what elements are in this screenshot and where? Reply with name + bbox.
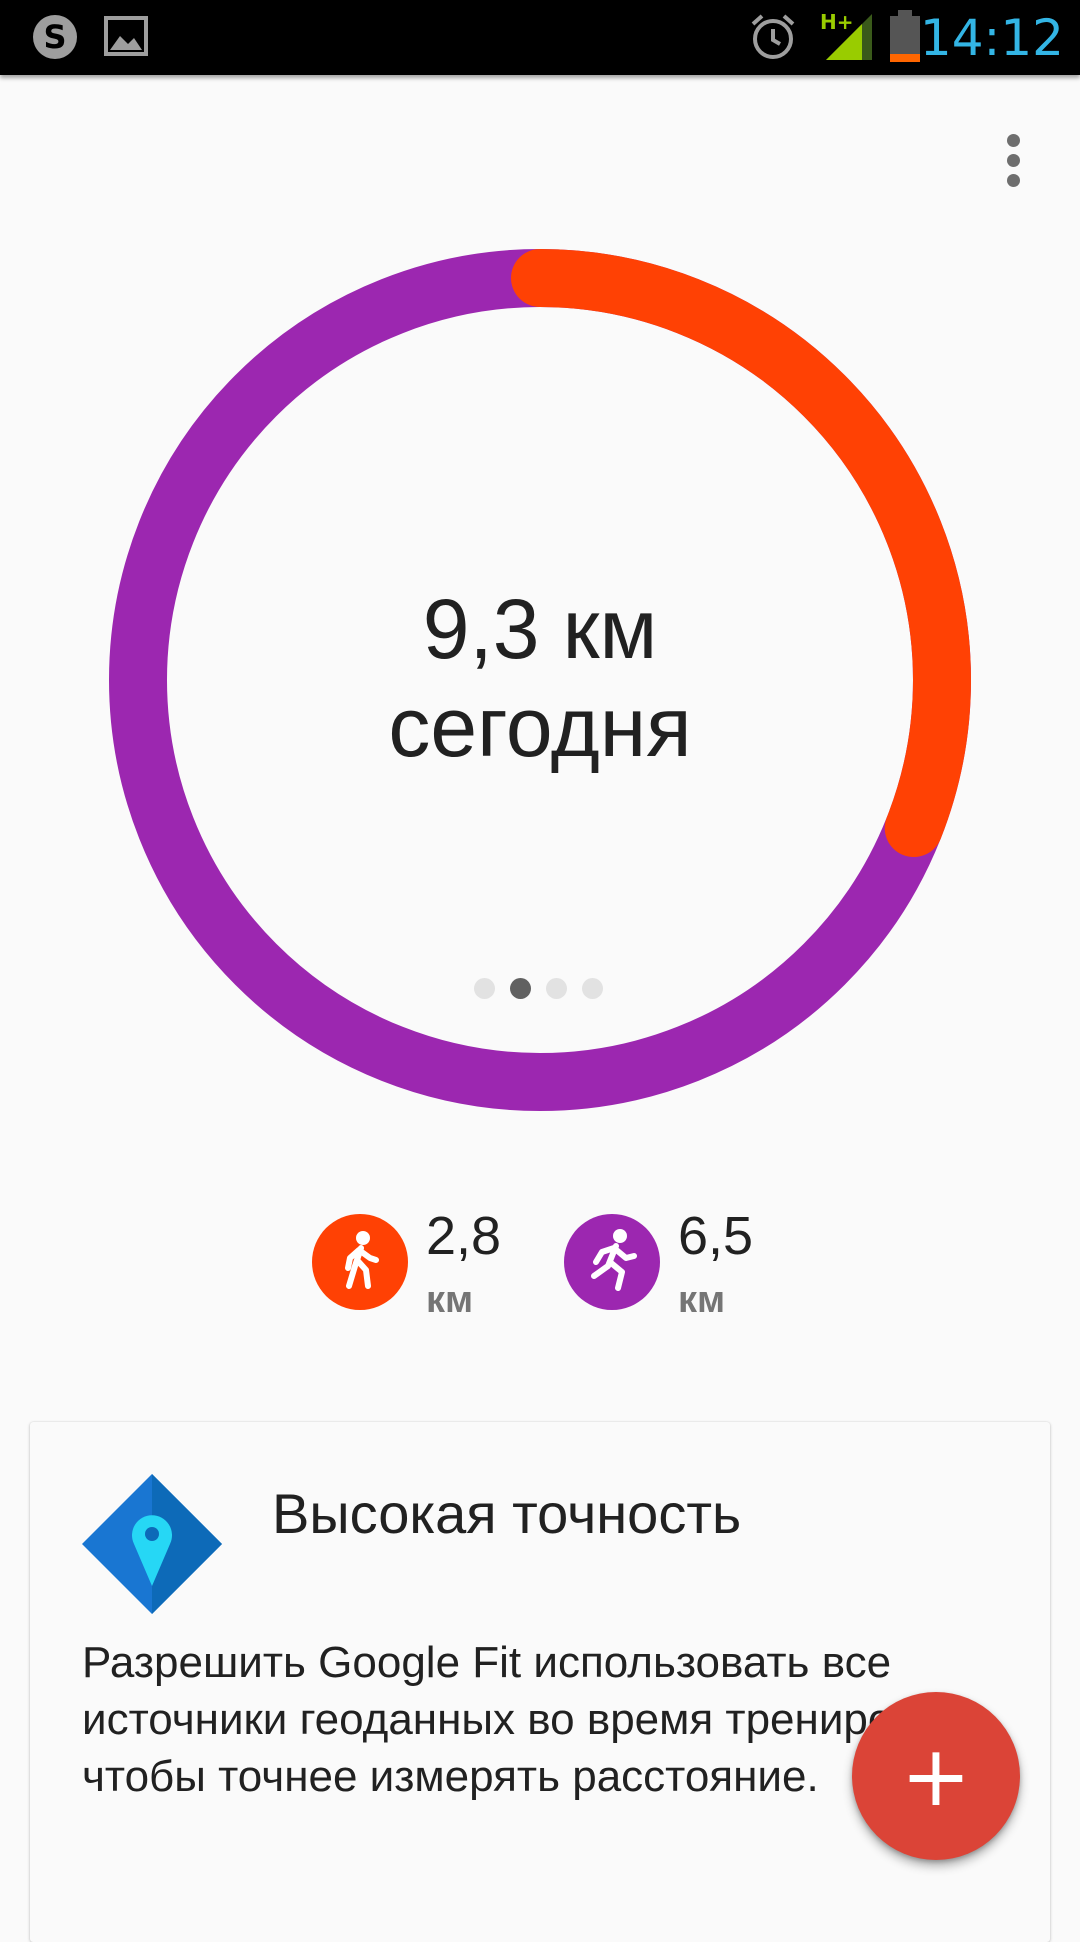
battery-icon <box>890 10 920 62</box>
skype-icon: S <box>33 15 77 59</box>
walking-badge <box>312 1214 408 1310</box>
distance-summary: 9,3 км сегодня <box>200 580 880 776</box>
clock: 14:12 <box>919 9 1064 67</box>
overflow-dot <box>1007 174 1020 187</box>
alarm-icon <box>751 14 795 59</box>
running-stat[interactable]: 6,5 км <box>564 1206 764 1330</box>
page-dot[interactable] <box>546 978 567 999</box>
high-accuracy-card[interactable]: Высокая точность Разрешить Google Fit ис… <box>30 1422 1050 1942</box>
overflow-menu-button[interactable] <box>994 130 1034 190</box>
walking-icon <box>345 1231 379 1289</box>
location-pin-icon <box>82 1474 222 1614</box>
walking-stat[interactable]: 2,8 км <box>312 1206 512 1330</box>
card-title: Высокая точность <box>272 1482 742 1545</box>
running-icon <box>591 1229 637 1291</box>
total-distance: 9,3 км <box>422 582 658 676</box>
status-bar: S H+ 14:12 <box>0 0 1080 75</box>
plus-icon: + <box>900 1727 972 1825</box>
running-distance-value: 6,5 <box>678 1206 754 1266</box>
walking-distance-value: 2,8 <box>426 1206 502 1266</box>
running-distance-unit: км <box>678 1279 726 1321</box>
period-label: сегодня <box>388 680 692 774</box>
walking-distance-unit: км <box>426 1279 474 1321</box>
signal-icon <box>826 14 872 60</box>
page-dot[interactable] <box>582 978 603 999</box>
add-activity-button[interactable]: + <box>852 1692 1020 1860</box>
running-badge <box>564 1214 660 1310</box>
page-dot-active[interactable] <box>510 978 531 999</box>
overflow-dot <box>1007 134 1020 147</box>
gallery-icon <box>104 16 148 56</box>
svg-text:S: S <box>43 18 66 56</box>
page-dot[interactable] <box>474 978 495 999</box>
overflow-dot <box>1007 154 1020 167</box>
